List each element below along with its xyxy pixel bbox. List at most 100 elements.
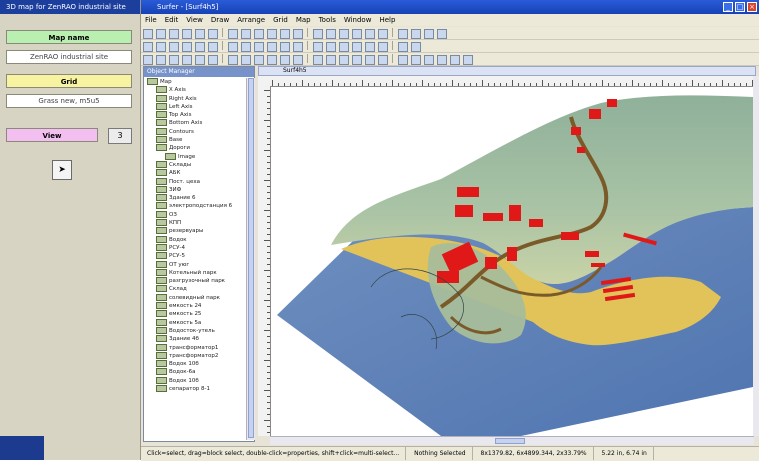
toolbar-button-icon[interactable]: [267, 55, 277, 65]
close-button[interactable]: ×: [747, 2, 757, 12]
toolbar-button-icon[interactable]: [143, 42, 153, 52]
toolbar-button-icon[interactable]: [182, 29, 192, 39]
toolbar-button-icon[interactable]: [280, 29, 290, 39]
layer-item[interactable]: Котельный парк: [144, 268, 246, 277]
layer-item[interactable]: Дороги: [144, 144, 246, 152]
view-button[interactable]: 3: [108, 128, 132, 144]
toolbar-button-icon[interactable]: [326, 29, 336, 39]
toolbar-button-icon[interactable]: [398, 29, 408, 39]
layer-item[interactable]: ОТ уюг: [144, 260, 246, 269]
layer-item[interactable]: Map: [144, 78, 246, 86]
toolbar-button-icon[interactable]: [254, 42, 264, 52]
building[interactable]: [485, 257, 497, 269]
toolbar-button-icon[interactable]: [365, 55, 375, 65]
toolbar-button-icon[interactable]: [280, 55, 290, 65]
layer-item[interactable]: ОЗ: [144, 210, 246, 219]
building[interactable]: [585, 251, 599, 257]
building[interactable]: [483, 213, 503, 221]
toolbar-button-icon[interactable]: [450, 55, 460, 65]
layer-item[interactable]: Left Axis: [144, 102, 246, 111]
toolbar-button-icon[interactable]: [156, 42, 166, 52]
toolbar-button-icon[interactable]: [398, 55, 408, 65]
menu-2[interactable]: View: [182, 14, 207, 26]
toolbar-button-icon[interactable]: [182, 42, 192, 52]
menu-1[interactable]: Edit: [161, 14, 183, 26]
building[interactable]: [589, 109, 601, 119]
toolbar-button-icon[interactable]: [267, 29, 277, 39]
building[interactable]: [591, 263, 605, 267]
toolbar-button-icon[interactable]: [352, 55, 362, 65]
layer-item[interactable]: Здание 4б: [144, 335, 246, 343]
layer-item[interactable]: Водок 10б: [144, 360, 246, 368]
toolbar-button-icon[interactable]: [195, 42, 205, 52]
toolbar-button-icon[interactable]: [195, 55, 205, 65]
toolbar-button-icon[interactable]: [208, 29, 218, 39]
toolbar-button-icon[interactable]: [339, 29, 349, 39]
toolbar-button-icon[interactable]: [143, 55, 153, 65]
layer-item[interactable]: емкость 24: [144, 302, 246, 310]
toolbar-button-icon[interactable]: [143, 29, 153, 39]
canvas-vscrollbar[interactable]: [753, 76, 759, 436]
layer-item[interactable]: емкость 25: [144, 310, 246, 318]
minimize-button[interactable]: _: [723, 2, 733, 12]
menu-7[interactable]: Tools: [315, 14, 340, 26]
layer-item[interactable]: ЗИФ: [144, 185, 246, 194]
toolbar-button-icon[interactable]: [241, 42, 251, 52]
toolbar-button-icon[interactable]: [313, 55, 323, 65]
layer-item[interactable]: Base: [144, 136, 246, 144]
toolbar-button-icon[interactable]: [267, 42, 277, 52]
layer-item[interactable]: Водок: [144, 235, 246, 244]
layer-item[interactable]: Bottom Axis: [144, 119, 246, 127]
toolbar-button-icon[interactable]: [411, 55, 421, 65]
canvas-hscroll-thumb[interactable]: [495, 438, 525, 444]
toolbar-button-icon[interactable]: [169, 42, 179, 52]
toolbar-button-icon[interactable]: [241, 55, 251, 65]
toolbar-button-icon[interactable]: [254, 55, 264, 65]
building[interactable]: [437, 271, 459, 283]
layer-item[interactable]: Водок 10б: [144, 376, 246, 385]
toolbar-button-icon[interactable]: [339, 55, 349, 65]
pin-icon[interactable]: ➤: [52, 160, 72, 180]
building[interactable]: [571, 127, 581, 135]
building[interactable]: [577, 147, 585, 153]
toolbar-button-icon[interactable]: [280, 42, 290, 52]
toolbar-button-icon[interactable]: [228, 29, 238, 39]
menu-4[interactable]: Arrange: [233, 14, 269, 26]
layer-item[interactable]: трансформатор1: [144, 343, 246, 352]
layer-item[interactable]: емкость 5а: [144, 318, 246, 327]
toolbar-button-icon[interactable]: [195, 29, 205, 39]
layer-item[interactable]: Водосток-утель: [144, 326, 246, 335]
toolbar-button-icon[interactable]: [437, 55, 447, 65]
layer-item[interactable]: трансформатор2: [144, 351, 246, 360]
layer-item[interactable]: электроподстанция 6: [144, 202, 246, 210]
building[interactable]: [529, 219, 543, 227]
toolbar-button-icon[interactable]: [463, 55, 473, 65]
toolbar-button-icon[interactable]: [156, 29, 166, 39]
menu-0[interactable]: File: [141, 14, 161, 26]
grid-field[interactable]: Grass new, m5u5: [6, 94, 132, 108]
layer-item[interactable]: АБК: [144, 169, 246, 177]
toolbar-button-icon[interactable]: [313, 42, 323, 52]
layer-item[interactable]: Склад: [144, 285, 246, 293]
toolbar-button-icon[interactable]: [293, 55, 303, 65]
layer-item[interactable]: Contours: [144, 127, 246, 136]
menu-6[interactable]: Map: [292, 14, 315, 26]
menu-3[interactable]: Draw: [207, 14, 233, 26]
toolbar-button-icon[interactable]: [365, 42, 375, 52]
toolbar-button-icon[interactable]: [326, 42, 336, 52]
map-name-field[interactable]: ZenRAO industrial site: [6, 50, 132, 64]
toolbar-button-icon[interactable]: [208, 42, 218, 52]
toolbar-button-icon[interactable]: [208, 55, 218, 65]
toolbar-button-icon[interactable]: [437, 29, 447, 39]
layer-item[interactable]: РСУ-5: [144, 252, 246, 260]
toolbar-button-icon[interactable]: [228, 55, 238, 65]
toolbar-button-icon[interactable]: [156, 55, 166, 65]
building[interactable]: [561, 232, 579, 240]
toolbar-button-icon[interactable]: [228, 42, 238, 52]
layer-item[interactable]: Склады: [144, 160, 246, 169]
terrain-3d-map[interactable]: [271, 87, 753, 436]
building[interactable]: [507, 247, 517, 261]
maximize-button[interactable]: □: [735, 2, 745, 12]
canvas-hscrollbar[interactable]: [270, 436, 754, 445]
toolbar-button-icon[interactable]: [424, 55, 434, 65]
